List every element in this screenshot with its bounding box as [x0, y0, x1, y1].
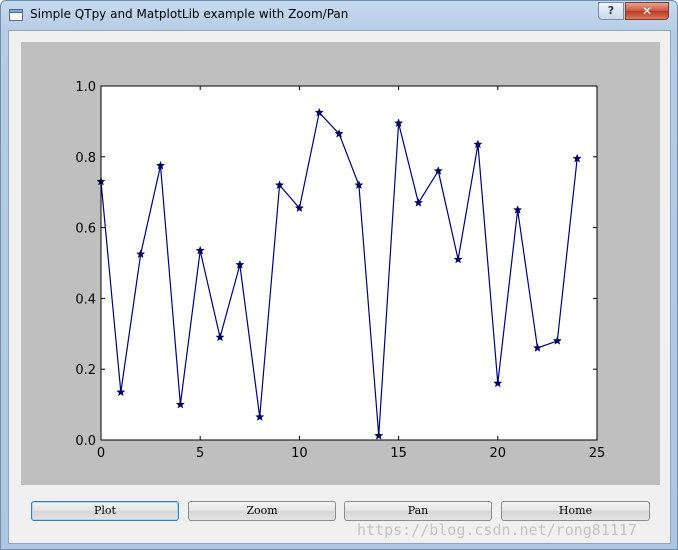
y-tick-label: 0.6 [75, 222, 96, 237]
y-tick-label: 0.4 [75, 292, 96, 307]
watermark-text: https://blog.csdn.net/rong81117 [357, 521, 637, 539]
x-tick-label: 25 [589, 446, 606, 461]
y-tick-label: 0.2 [75, 363, 96, 378]
x-tick-label: 5 [196, 446, 204, 461]
x-tick-label: 20 [490, 446, 507, 461]
x-tick-label: 15 [390, 446, 407, 461]
y-tick-label: 0.0 [75, 434, 96, 449]
window-title: Simple QTpy and MatplotLib example with … [30, 7, 349, 21]
window-app-icon [9, 9, 23, 21]
close-button[interactable]: ✕ [625, 2, 669, 20]
figure-canvas[interactable]: 0 5 10 15 20 25 0.0 0.2 0.4 0.6 0.8 1.0 [21, 42, 660, 485]
help-button[interactable]: ? [598, 2, 624, 20]
y-tick-label: 1.0 [75, 80, 96, 95]
x-tick-label: 10 [291, 446, 308, 461]
x-tick-label: 0 [97, 446, 105, 461]
y-tick-label: 0.8 [75, 151, 96, 166]
home-button[interactable]: Home [501, 501, 650, 521]
app-window: Simple QTpy and MatplotLib example with … [0, 0, 678, 550]
pan-button[interactable]: Pan [344, 501, 492, 521]
title-bar[interactable]: Simple QTpy and MatplotLib example with … [1, 1, 677, 29]
plot-area [101, 86, 597, 440]
zoom-button[interactable]: Zoom [188, 501, 336, 521]
plot-button[interactable]: Plot [31, 501, 179, 521]
line-chart[interactable]: 0 5 10 15 20 25 0.0 0.2 0.4 0.6 0.8 1.0 [21, 42, 660, 485]
main-panel: 0 5 10 15 20 25 0.0 0.2 0.4 0.6 0.8 1.0 Plot Zoom P… [8, 30, 671, 544]
